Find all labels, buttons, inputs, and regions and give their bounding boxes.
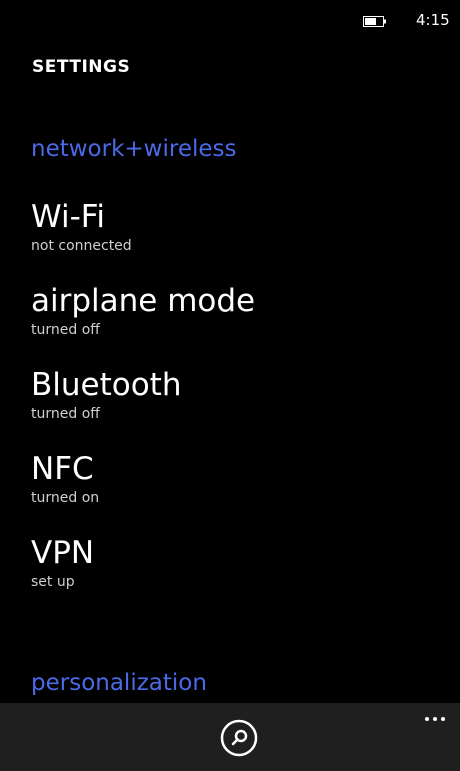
setting-subtitle: turned on [31,490,100,506]
setting-subtitle: turned off [31,322,100,338]
setting-subtitle: set up [31,574,75,590]
setting-item-airplane-mode[interactable]: airplane mode turned off [31,283,431,355]
status-bar: 4:15 [0,0,460,40]
section-header-network: network+wireless [31,136,237,162]
setting-title: NFC [31,451,94,487]
setting-item-wifi[interactable]: Wi-Fi not connected [31,199,431,271]
battery-icon [363,16,386,27]
setting-title: Bluetooth [31,367,182,403]
setting-item-bluetooth[interactable]: Bluetooth turned off [31,367,431,439]
setting-title: VPN [31,535,95,571]
setting-item-vpn[interactable]: VPN set up [31,535,431,607]
setting-title: Wi-Fi [31,199,105,235]
setting-subtitle: turned off [31,406,100,422]
search-icon [220,719,258,757]
section-header-personalization[interactable]: personalization [31,668,207,698]
more-button[interactable] [420,707,450,731]
setting-subtitle: not connected [31,238,132,254]
app-bar [0,703,460,771]
search-button[interactable] [219,718,259,758]
page-title: SETTINGS [32,57,131,77]
setting-title: airplane mode [31,283,256,319]
setting-item-nfc[interactable]: NFC turned on [31,451,431,523]
more-icon [425,717,445,721]
clock: 4:15 [416,11,450,29]
